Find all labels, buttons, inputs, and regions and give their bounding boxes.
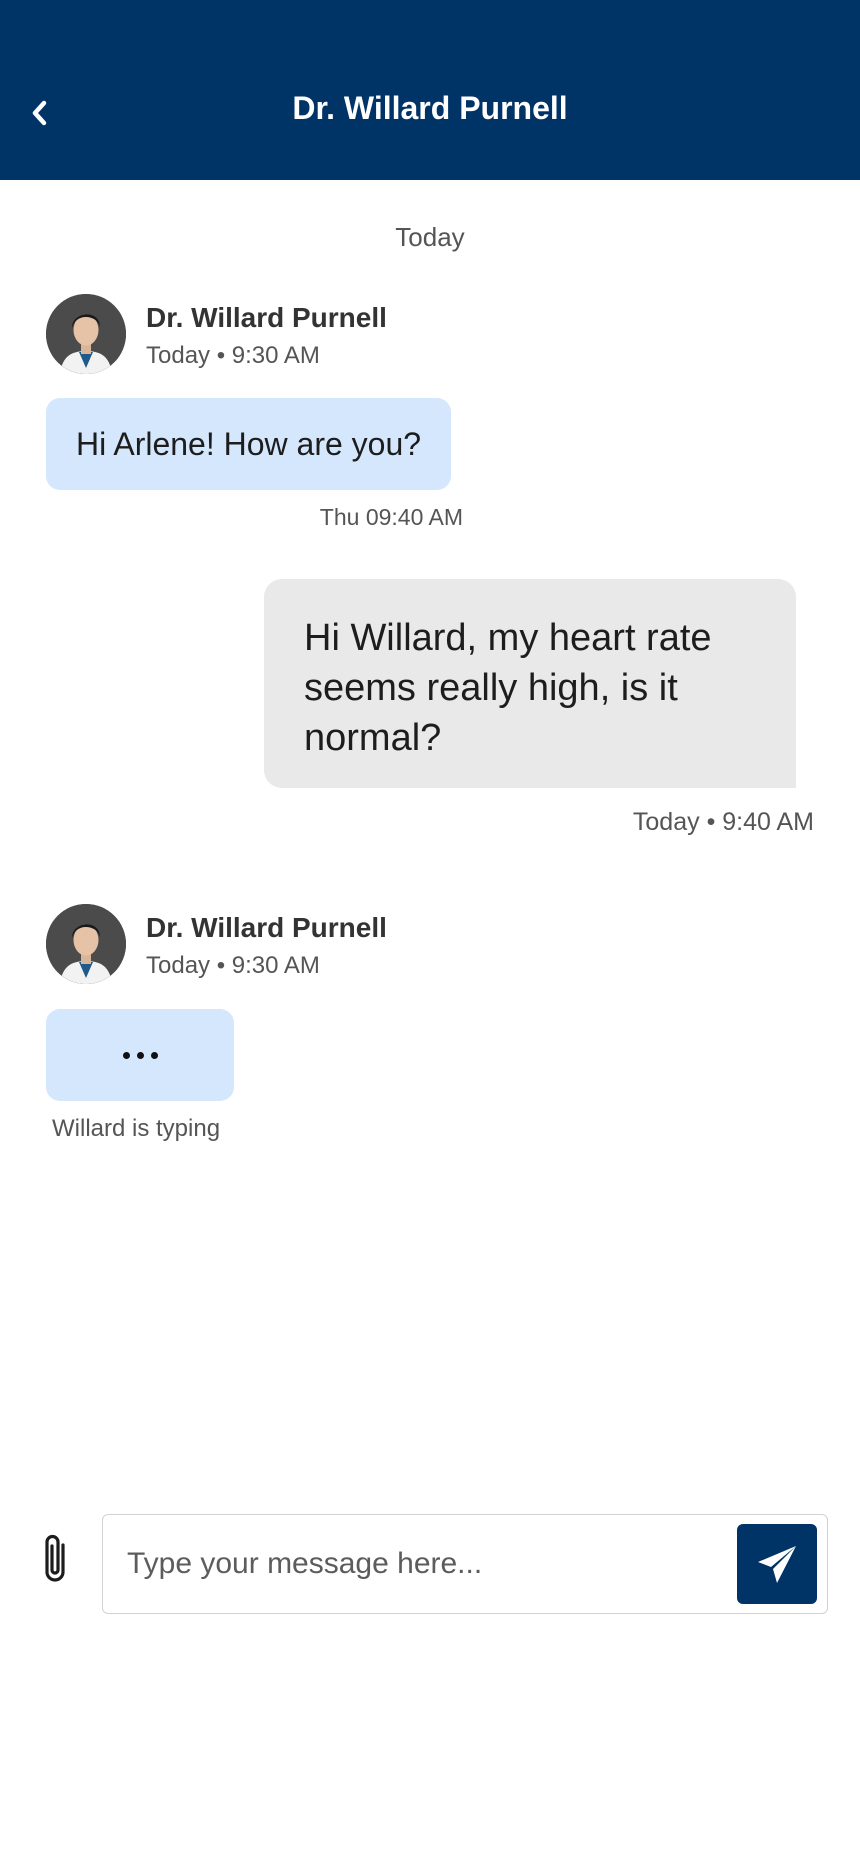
message-timestamp: Thu 09:40 AM — [319, 504, 463, 530]
typing-sender-header: Dr. Willard Purnell Today • 9:30 AM — [46, 904, 546, 986]
sender-name: Dr. Willard Purnell — [146, 912, 387, 943]
message-sender-header: Dr. Willard Purnell Today • 9:30 AM — [46, 294, 546, 376]
outgoing-message-bubble[interactable]: Hi Willard, my heart rate seems really h… — [264, 579, 796, 788]
attach-button[interactable] — [36, 1530, 74, 1588]
date-separator: Today — [395, 222, 465, 252]
message-text: Hi Willard, my heart rate seems really h… — [304, 617, 712, 759]
doctor-avatar-image — [46, 904, 126, 984]
send-button[interactable] — [737, 1524, 817, 1604]
avatar[interactable] — [46, 294, 126, 374]
typing-dot — [136, 1051, 144, 1059]
message-composer — [102, 1514, 828, 1614]
sender-timestamp: Today • 9:30 AM — [146, 952, 320, 979]
message-text: Hi Arlene! How are you? — [76, 426, 422, 462]
paper-plane-icon — [758, 1546, 796, 1583]
message-timestamp: Today • 9:40 AM — [632, 808, 814, 836]
typing-indicator-bubble — [46, 1009, 234, 1101]
typing-status-label: Willard is typing — [52, 1115, 221, 1142]
page-title: Dr. Willard Purnell — [292, 90, 568, 126]
sender-name: Dr. Willard Purnell — [146, 302, 387, 333]
doctor-avatar-image — [46, 294, 126, 374]
incoming-message-bubble[interactable]: Hi Arlene! How are you? — [46, 398, 452, 490]
app-header: Dr. Willard Purnell — [0, 0, 860, 180]
avatar[interactable] — [46, 904, 126, 984]
typing-dot — [150, 1051, 158, 1059]
message-input[interactable] — [127, 1515, 717, 1612]
sender-timestamp: Today • 9:30 AM — [146, 342, 320, 369]
typing-dot — [122, 1051, 130, 1059]
paperclip-icon — [45, 1534, 65, 1582]
